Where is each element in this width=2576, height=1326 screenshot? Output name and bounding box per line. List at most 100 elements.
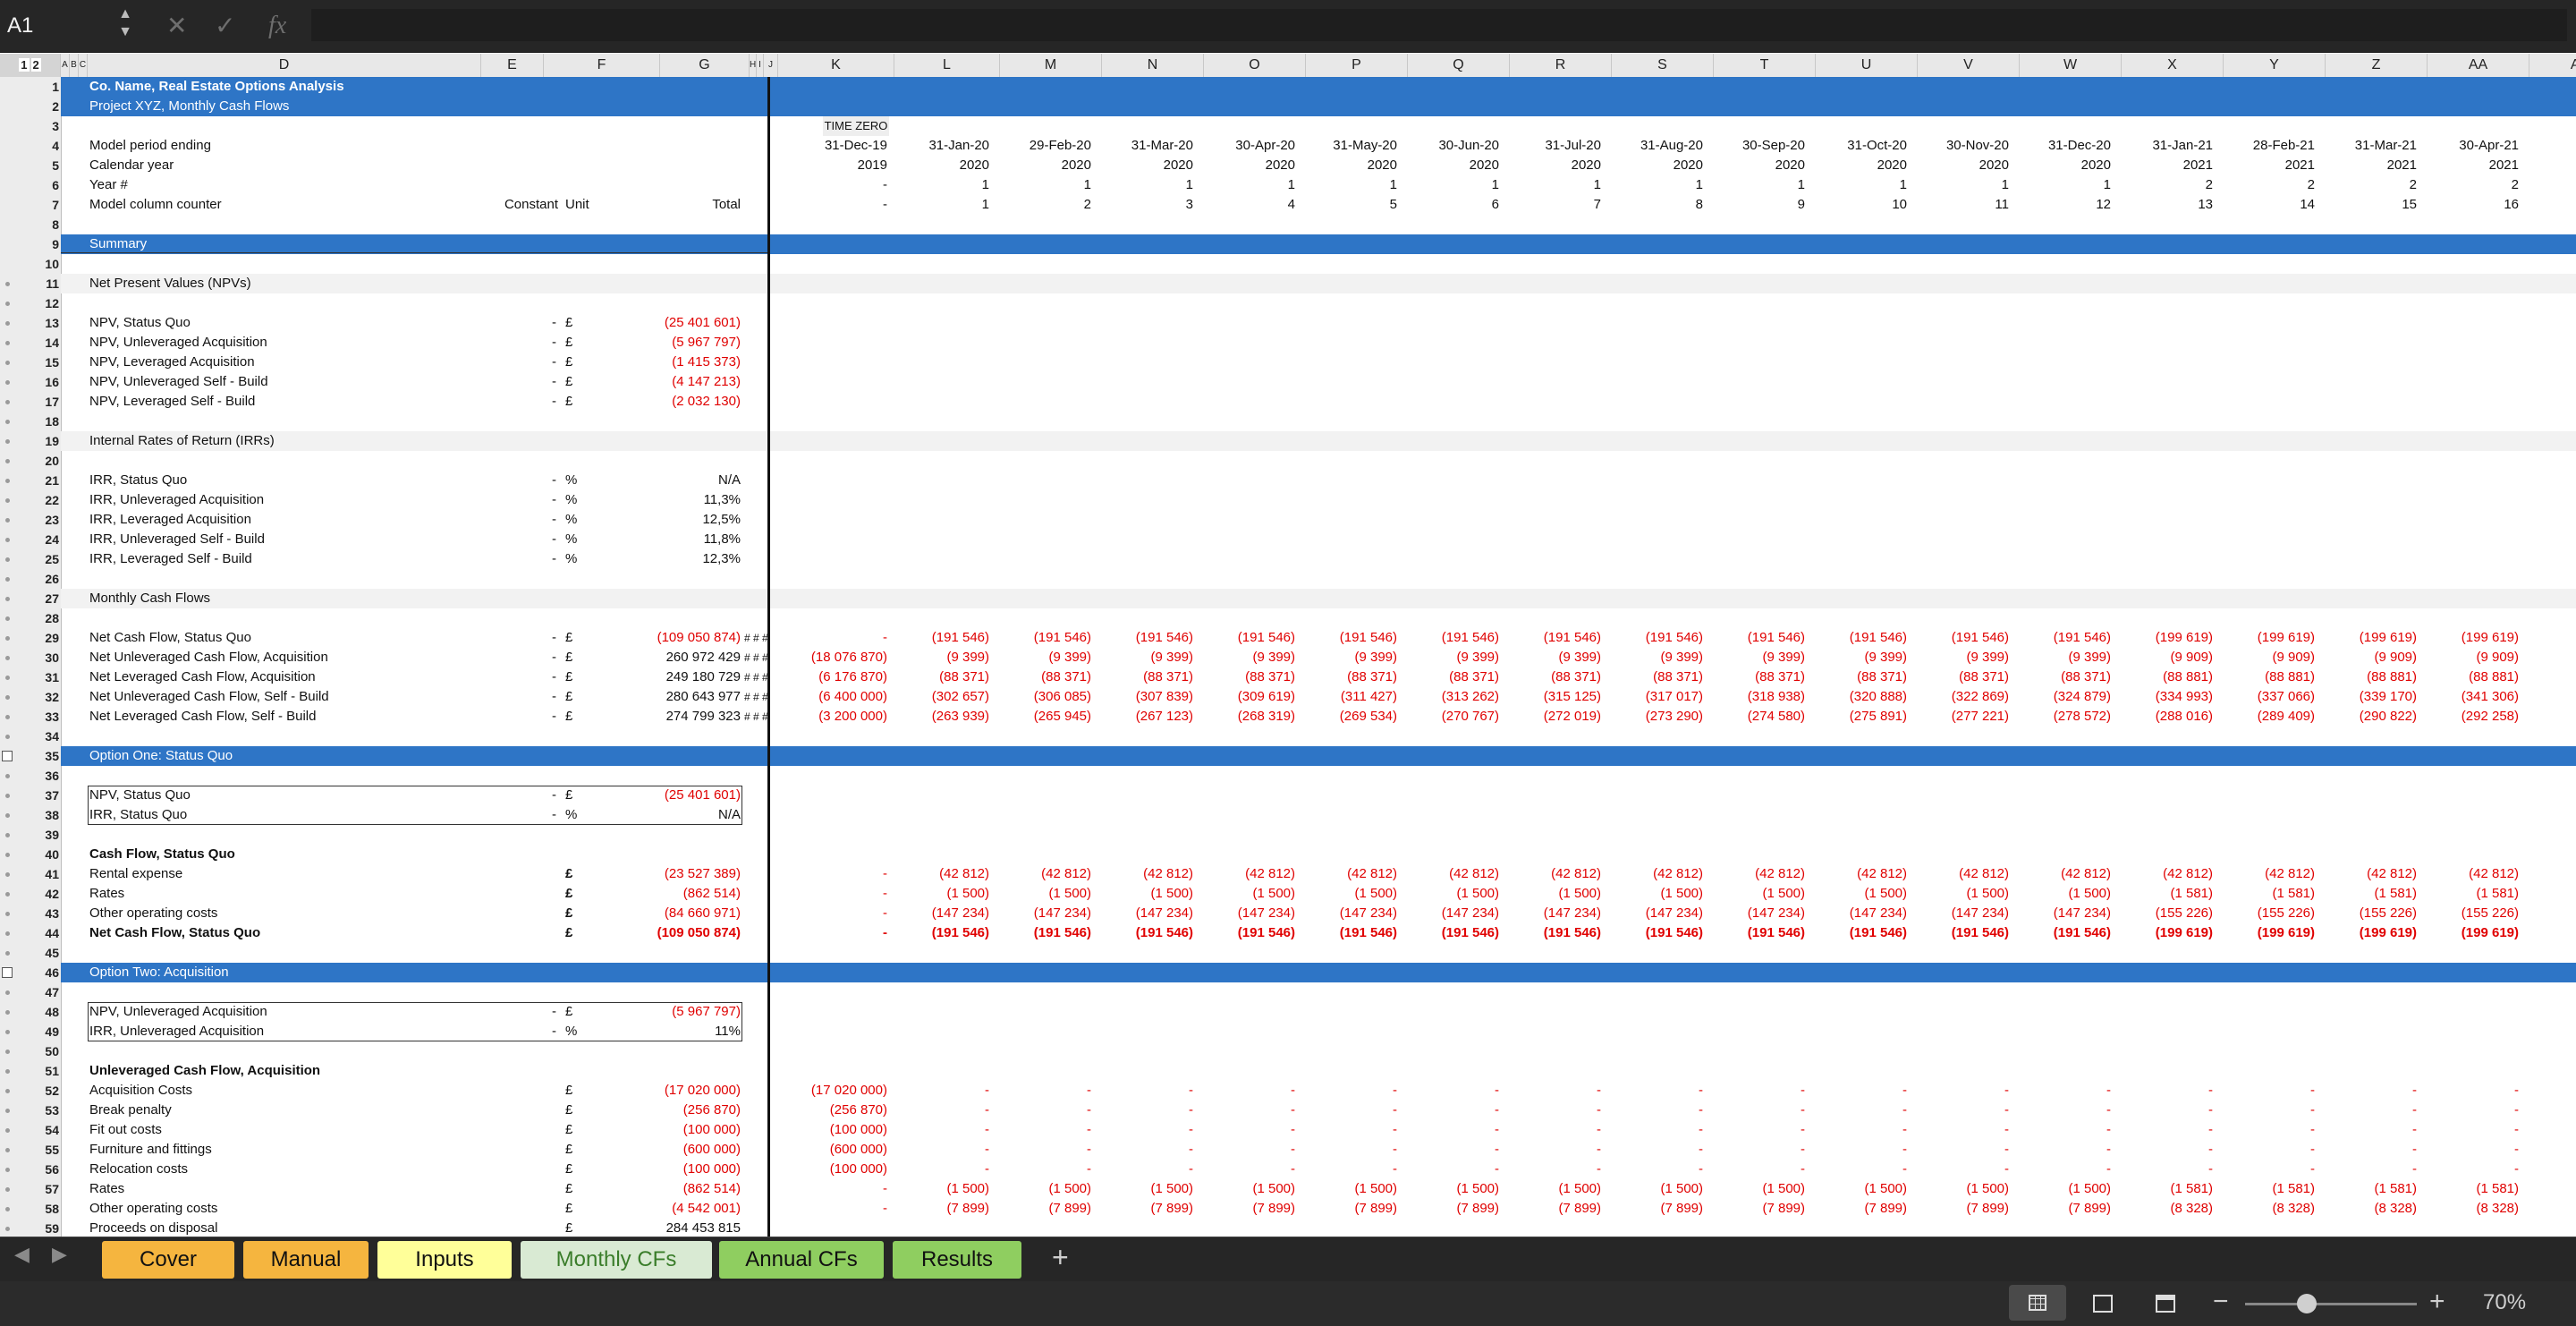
mcf-value[interactable]: (191 546): [1302, 628, 1397, 648]
cf-value[interactable]: -: [2118, 1160, 2213, 1179]
irr-summary-label[interactable]: IRR, Unleveraged Acquisition: [89, 490, 264, 510]
cf-value[interactable]: [1914, 1219, 2009, 1237]
year-number-value[interactable]: 1: [1812, 175, 1907, 195]
cf-value[interactable]: -: [2424, 1101, 2519, 1120]
mcf-value[interactable]: (88 371): [1608, 667, 1703, 687]
column-counter-value[interactable]: 7: [1506, 195, 1601, 215]
period-ending-value[interactable]: 31-Mar-20: [1098, 136, 1193, 156]
cf-value[interactable]: -: [2016, 1101, 2111, 1120]
cf-value[interactable]: -: [1914, 1120, 2009, 1140]
cf-unit[interactable]: £: [565, 1081, 583, 1101]
hash-overflow[interactable]: # # #: [744, 648, 780, 667]
cf-value[interactable]: -: [2220, 1160, 2315, 1179]
mcf-value[interactable]: (88 371): [2016, 667, 2111, 687]
period-ending-value[interactable]: 31-Oct-20: [1812, 136, 1907, 156]
column-counter-value[interactable]: 12: [2016, 195, 2111, 215]
cf-value[interactable]: -: [1812, 1120, 1907, 1140]
cf-value[interactable]: -: [778, 864, 887, 884]
mcf-value[interactable]: (9 399): [1302, 648, 1397, 667]
cf-value[interactable]: (1 500): [1608, 884, 1703, 904]
cf-value[interactable]: -: [1812, 1140, 1907, 1160]
mcf-value[interactable]: (191 546): [894, 628, 989, 648]
cf-value[interactable]: (1 500): [1914, 884, 2009, 904]
cf-value[interactable]: -: [1710, 1140, 1805, 1160]
scroll-left-icon[interactable]: ◀: [14, 1243, 30, 1266]
calendar-year-value[interactable]: 2020: [2016, 156, 2111, 175]
cf-value[interactable]: [2016, 1219, 2111, 1237]
cf-label[interactable]: Other operating costs: [89, 904, 217, 923]
cf-value[interactable]: [2220, 1219, 2315, 1237]
mcf-total[interactable]: 274 799 323: [626, 707, 741, 727]
cf-total[interactable]: (23 527 389): [653, 864, 741, 884]
cf-value[interactable]: (155 226): [2322, 904, 2417, 923]
cf-unit[interactable]: £: [565, 1160, 583, 1179]
year-number-value[interactable]: -: [778, 175, 887, 195]
zoom-slider[interactable]: [2245, 1294, 2417, 1313]
column-header[interactable]: O: [1204, 54, 1306, 77]
cf-value[interactable]: (191 546): [996, 923, 1091, 943]
mcf-value[interactable]: (191 546): [1200, 628, 1295, 648]
year-number-value[interactable]: 1: [1200, 175, 1295, 195]
cf-value[interactable]: -: [2016, 1081, 2111, 1101]
cf-value[interactable]: (42 812): [1812, 864, 1907, 884]
cf-value[interactable]: (7 899): [1812, 1199, 1907, 1219]
cf-unit[interactable]: £: [565, 1199, 583, 1219]
cf-value[interactable]: -: [1710, 1160, 1805, 1179]
column-header[interactable]: H: [750, 54, 757, 77]
cf-value[interactable]: -: [2424, 1160, 2519, 1179]
cf-value[interactable]: [1506, 1219, 1601, 1237]
cf-label[interactable]: Relocation costs: [89, 1160, 188, 1179]
cf-value[interactable]: -: [2322, 1160, 2417, 1179]
npv-summary-unit[interactable]: £: [565, 372, 583, 392]
irr-summary-label[interactable]: IRR, Leveraged Self - Build: [89, 549, 252, 569]
cf-value[interactable]: (1 500): [894, 884, 989, 904]
npv-summary-constant[interactable]: -: [537, 353, 556, 372]
mcf-unit[interactable]: £: [565, 628, 583, 648]
mcf-value[interactable]: (324 879): [2016, 687, 2111, 707]
cf-value[interactable]: -: [1098, 1120, 1193, 1140]
npv-summary-constant[interactable]: -: [537, 333, 556, 353]
cf-total[interactable]: (862 514): [653, 884, 741, 904]
mcf-value[interactable]: (88 371): [1812, 667, 1907, 687]
cf-value[interactable]: (1 581): [2220, 1179, 2315, 1199]
mcf-value[interactable]: (268 319): [1200, 707, 1295, 727]
cf-value[interactable]: -: [1608, 1120, 1703, 1140]
mcf-value[interactable]: (309 619): [1200, 687, 1295, 707]
mcf-constant[interactable]: -: [537, 687, 556, 707]
cf-value[interactable]: (1 500): [1506, 884, 1601, 904]
npv-summary-total[interactable]: (5 967 797): [653, 333, 741, 353]
cf-value[interactable]: -: [2322, 1101, 2417, 1120]
cf-value[interactable]: (100 000): [778, 1160, 887, 1179]
cf-value[interactable]: (191 546): [1812, 923, 1907, 943]
mcf-value[interactable]: (315 125): [1506, 687, 1601, 707]
cf-value[interactable]: -: [1914, 1140, 2009, 1160]
cf-value[interactable]: (7 899): [894, 1199, 989, 1219]
mcf-value[interactable]: (9 399): [1608, 648, 1703, 667]
mcf-value[interactable]: (289 409): [2220, 707, 2315, 727]
option-band[interactable]: Option Two: Acquisition: [89, 963, 229, 982]
mcf-value[interactable]: (9 909): [2220, 648, 2315, 667]
period-ending-value[interactable]: 31-Aug-20: [1608, 136, 1703, 156]
mcf-value[interactable]: (88 371): [1506, 667, 1601, 687]
column-counter-label[interactable]: Model column counter: [89, 195, 222, 215]
cf-value[interactable]: (42 812): [2322, 864, 2417, 884]
npv-summary-unit[interactable]: £: [565, 333, 583, 353]
irr-summary-label[interactable]: IRR, Status Quo: [89, 471, 187, 490]
mcf-total[interactable]: 260 972 429: [626, 648, 741, 667]
cf-value[interactable]: (42 812): [1608, 864, 1703, 884]
title[interactable]: Co. Name, Real Estate Options Analysis: [89, 77, 344, 97]
irr-summary-unit[interactable]: %: [565, 490, 583, 510]
cf-value[interactable]: (42 812): [1710, 864, 1805, 884]
mcf-label[interactable]: Net Unleveraged Cash Flow, Acquisition: [89, 648, 328, 667]
cf-value[interactable]: (147 234): [894, 904, 989, 923]
column-header[interactable]: D: [88, 54, 481, 77]
cf-value[interactable]: (42 812): [1404, 864, 1499, 884]
cf-value[interactable]: [894, 1219, 989, 1237]
mcf-value[interactable]: (311 427): [1302, 687, 1397, 707]
page-break-view-icon[interactable]: [2156, 1295, 2175, 1313]
cf-value[interactable]: (199 619): [2118, 923, 2213, 943]
cf-value[interactable]: -: [2118, 1081, 2213, 1101]
cf-label[interactable]: Furniture and fittings: [89, 1140, 212, 1160]
mcf-value[interactable]: -: [778, 628, 887, 648]
cf-value[interactable]: -: [1404, 1120, 1499, 1140]
